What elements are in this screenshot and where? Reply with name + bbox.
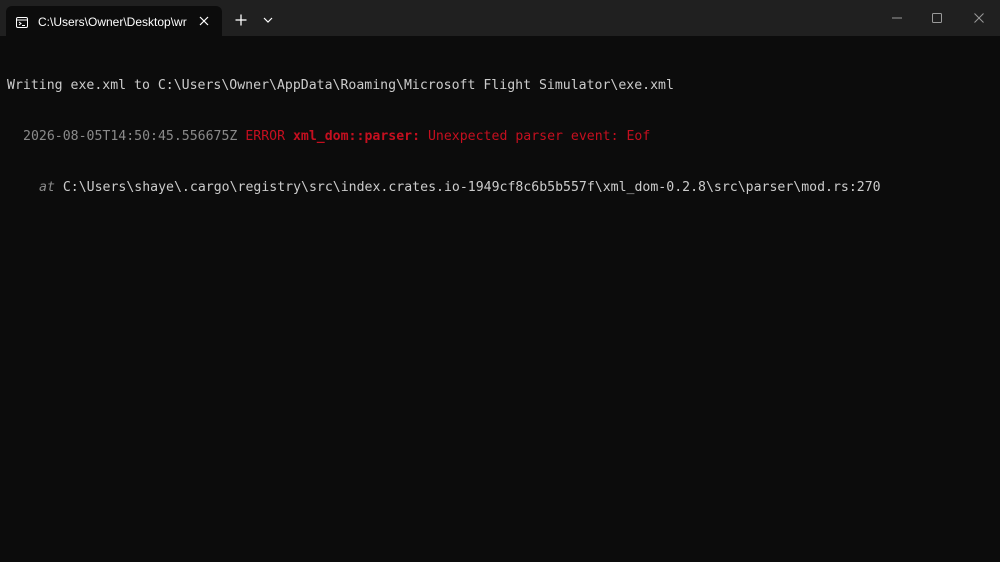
output-line-writing: Writing exe.xml to C:\Users\Owner\AppDat… bbox=[7, 78, 674, 93]
log-level: ERROR bbox=[245, 129, 286, 144]
tab-active[interactable]: C:\Users\Owner\Desktop\wr bbox=[6, 6, 222, 36]
terminal-window: C:\Users\Owner\Desktop\wr Writing exe.xm… bbox=[0, 0, 1000, 562]
log-target: xml_dom::parser: bbox=[292, 129, 421, 144]
terminal-icon bbox=[16, 15, 28, 28]
log-at-prefix: at bbox=[39, 180, 55, 195]
terminal-output[interactable]: Writing exe.xml to C:\Users\Owner\AppDat… bbox=[0, 36, 1000, 562]
chevron-down-icon[interactable] bbox=[260, 11, 276, 29]
output-line-location: at C:\Users\shaye\.cargo\registry\src\in… bbox=[7, 179, 1000, 196]
tab-title: C:\Users\Owner\Desktop\wr bbox=[38, 15, 187, 29]
output-line-error: 2026-08-05T14:50:45.556675Z ERROR xml_do… bbox=[7, 128, 1000, 145]
title-bar[interactable]: C:\Users\Owner\Desktop\wr bbox=[0, 0, 1000, 36]
maximize-icon[interactable] bbox=[914, 0, 960, 36]
plus-icon[interactable] bbox=[232, 11, 250, 29]
log-timestamp: 2026-08-05T14:50:45.556675Z bbox=[23, 129, 238, 144]
close-window-icon[interactable] bbox=[956, 0, 1000, 36]
close-icon[interactable] bbox=[196, 13, 212, 29]
log-location: C:\Users\shaye\.cargo\registry\src\index… bbox=[62, 180, 881, 195]
log-message: Unexpected parser event: Eof bbox=[427, 129, 651, 144]
